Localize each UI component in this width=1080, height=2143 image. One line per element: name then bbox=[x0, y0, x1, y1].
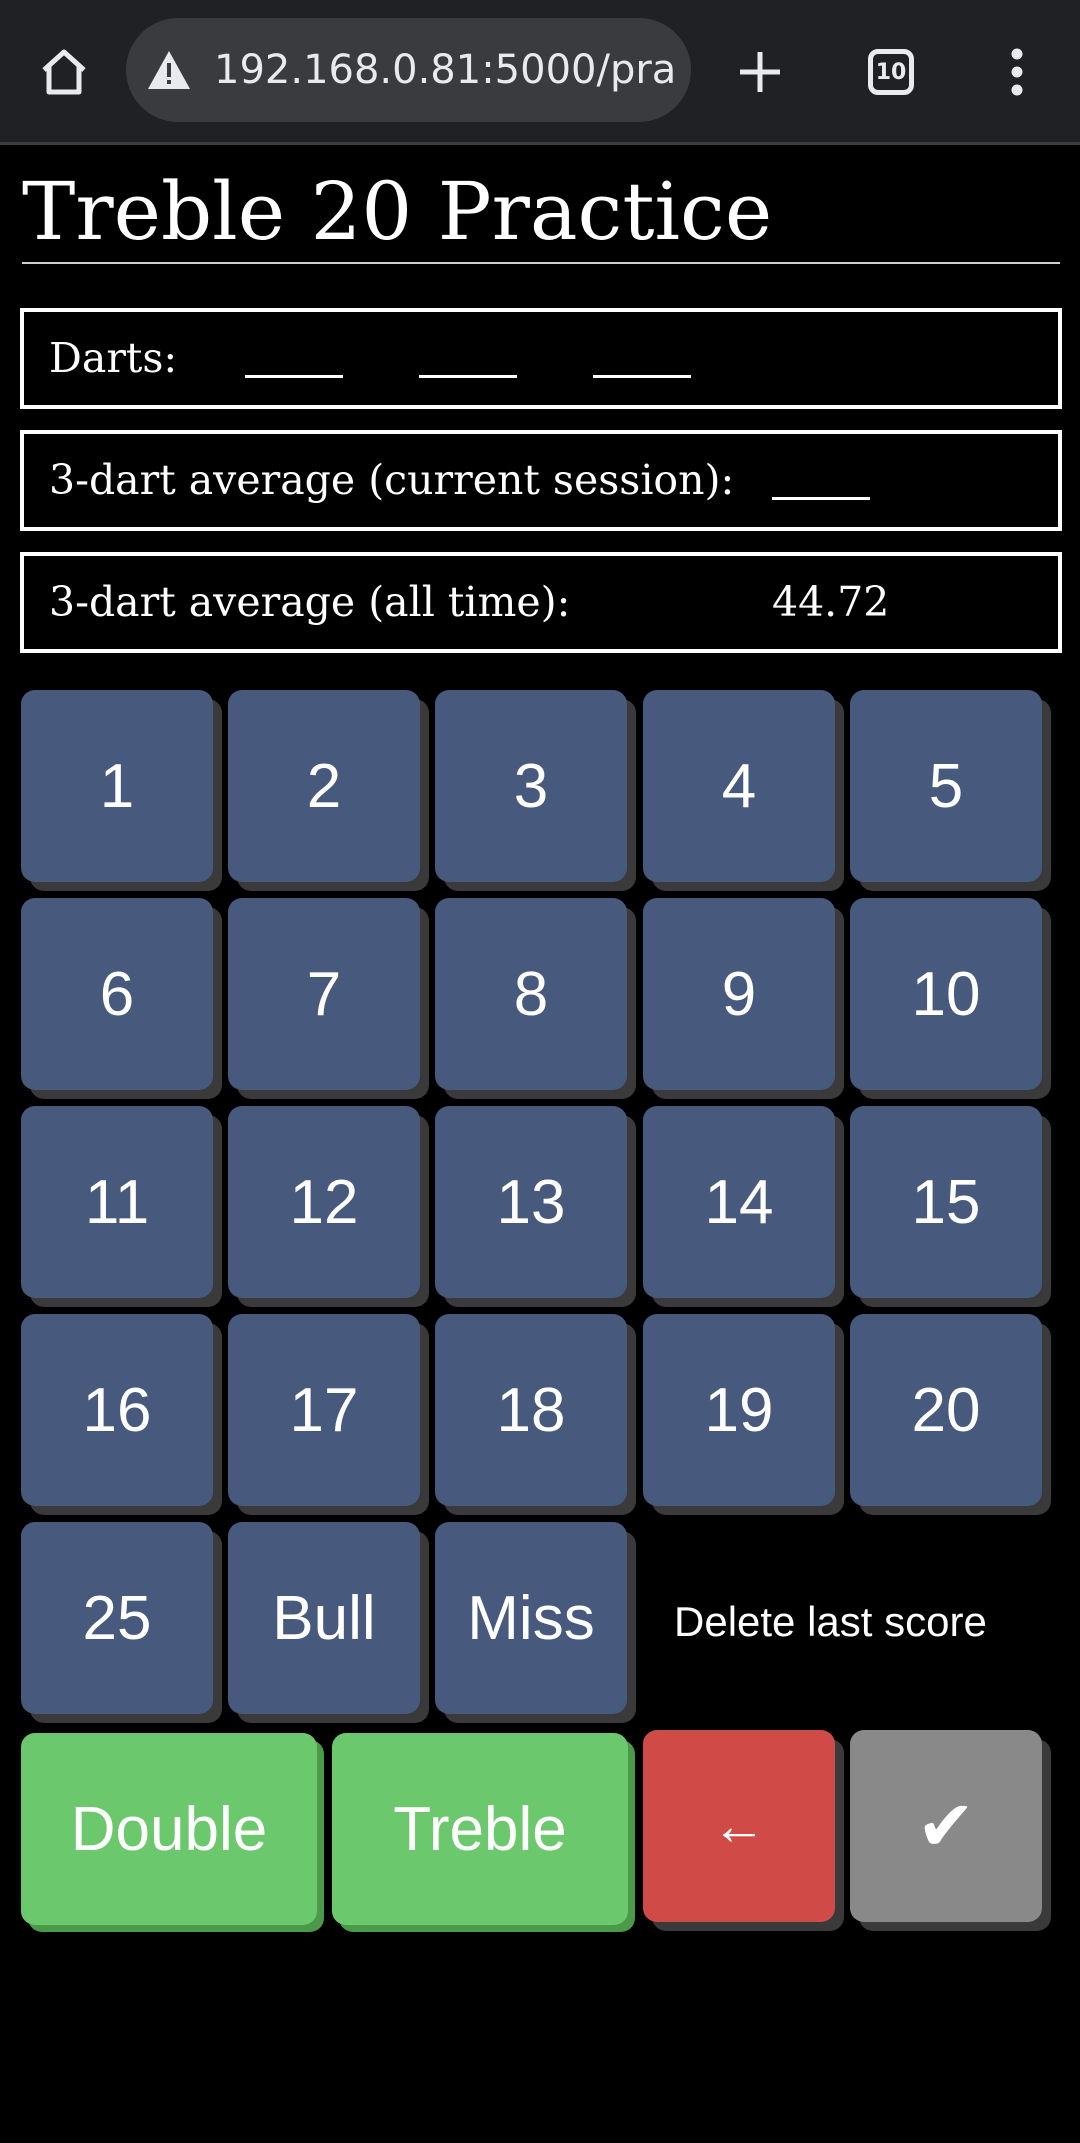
back-arrow-icon: ← bbox=[712, 1796, 766, 1856]
new-tab-button[interactable] bbox=[718, 30, 802, 114]
key-11[interactable]: 11 bbox=[21, 1106, 213, 1298]
address-bar[interactable]: 192.168.0.81:5000/practice bbox=[126, 18, 691, 122]
key-3[interactable]: 3 bbox=[435, 690, 627, 882]
key-8[interactable]: 8 bbox=[435, 898, 627, 1090]
key-25[interactable]: 25 bbox=[21, 1522, 213, 1714]
url-text: 192.168.0.81:5000/practice bbox=[214, 47, 674, 93]
double-button[interactable]: Double bbox=[21, 1733, 317, 1925]
more-vert-icon bbox=[1011, 48, 1023, 96]
key-18[interactable]: 18 bbox=[435, 1314, 627, 1506]
session-average-label: 3-dart average (current session): bbox=[49, 456, 735, 504]
key-19[interactable]: 19 bbox=[643, 1314, 835, 1506]
plus-icon bbox=[740, 52, 780, 92]
key-9[interactable]: 9 bbox=[643, 898, 835, 1090]
alltime-average-panel: 3-dart average (all time): 44.72 bbox=[20, 552, 1062, 653]
browser-toolbar: 192.168.0.81:5000/practice 10 bbox=[0, 0, 1080, 145]
key-15[interactable]: 15 bbox=[850, 1106, 1042, 1298]
page-title: Treble 20 Practice bbox=[22, 165, 773, 258]
alltime-average-value: 44.72 bbox=[772, 578, 890, 626]
title-divider bbox=[22, 262, 1060, 264]
home-button[interactable] bbox=[22, 30, 106, 114]
key-17[interactable]: 17 bbox=[228, 1314, 420, 1506]
key-14[interactable]: 14 bbox=[643, 1106, 835, 1298]
dart-1-slot bbox=[245, 332, 343, 378]
key-bull[interactable]: Bull bbox=[228, 1522, 420, 1714]
darts-label: Darts: bbox=[49, 334, 178, 382]
tab-switcher-button[interactable]: 10 bbox=[849, 30, 933, 114]
key-2[interactable]: 2 bbox=[228, 690, 420, 882]
tab-count-icon: 10 bbox=[868, 49, 914, 95]
key-miss[interactable]: Miss bbox=[435, 1522, 627, 1714]
confirm-button[interactable]: ✔ bbox=[850, 1730, 1042, 1922]
key-5[interactable]: 5 bbox=[850, 690, 1042, 882]
treble-button[interactable]: Treble bbox=[332, 1733, 628, 1925]
key-4[interactable]: 4 bbox=[643, 690, 835, 882]
dart-2-slot bbox=[419, 332, 517, 378]
home-icon bbox=[42, 49, 86, 95]
checkmark-icon: ✔ bbox=[916, 1787, 976, 1865]
key-13[interactable]: 13 bbox=[435, 1106, 627, 1298]
dart-3-slot bbox=[593, 332, 691, 378]
session-average-slot bbox=[772, 454, 870, 500]
key-20[interactable]: 20 bbox=[850, 1314, 1042, 1506]
menu-button[interactable] bbox=[975, 30, 1059, 114]
session-average-panel: 3-dart average (current session): bbox=[20, 430, 1062, 531]
alltime-average-label: 3-dart average (all time): bbox=[49, 578, 571, 626]
darts-panel: Darts: bbox=[20, 308, 1062, 409]
delete-last-score-label: Delete last score bbox=[674, 1598, 987, 1645]
warning-icon bbox=[148, 51, 190, 89]
key-16[interactable]: 16 bbox=[21, 1314, 213, 1506]
tab-count: 10 bbox=[875, 59, 907, 85]
key-7[interactable]: 7 bbox=[228, 898, 420, 1090]
key-12[interactable]: 12 bbox=[228, 1106, 420, 1298]
delete-last-score-button[interactable]: ← bbox=[643, 1730, 835, 1922]
key-10[interactable]: 10 bbox=[850, 898, 1042, 1090]
key-6[interactable]: 6 bbox=[21, 898, 213, 1090]
key-1[interactable]: 1 bbox=[21, 690, 213, 882]
